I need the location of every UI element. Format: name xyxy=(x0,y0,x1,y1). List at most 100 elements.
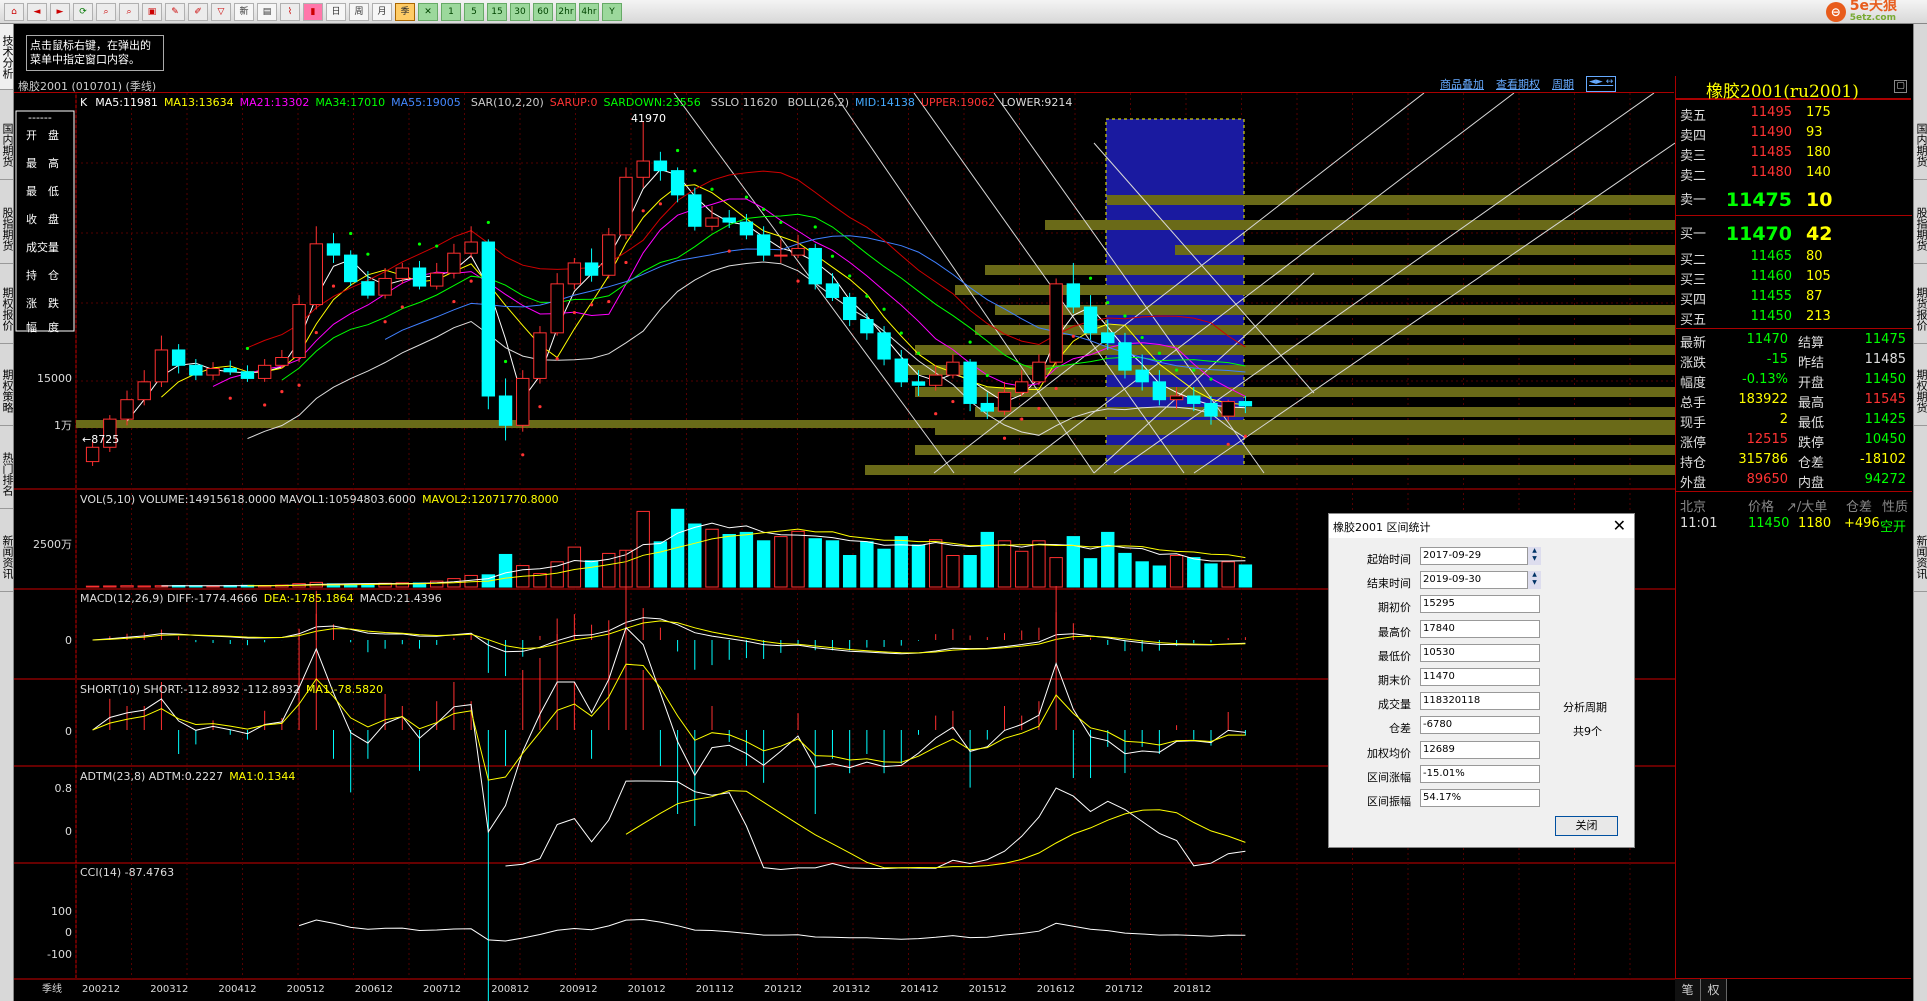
season-button[interactable]: 季 xyxy=(395,2,415,21)
rtab-option-futures[interactable]: 期权期货 xyxy=(1914,356,1927,426)
dialog-field-input[interactable]: 15295 xyxy=(1420,595,1540,614)
tab-pen[interactable]: 笔 xyxy=(1675,979,1701,1001)
sar-dot xyxy=(521,453,525,457)
candle-body xyxy=(1066,283,1081,308)
candle-body xyxy=(223,368,237,373)
dialog-field-input[interactable]: -15.01% xyxy=(1420,764,1540,783)
zoom-icon[interactable]: ⌕ xyxy=(119,2,139,21)
rtab-futures-quote[interactable]: 期货报价 xyxy=(1914,274,1927,344)
candle-body xyxy=(894,358,908,383)
dialog-row: 期初价 15295 xyxy=(1329,595,1636,615)
overlay-link[interactable]: 商品叠加 xyxy=(1440,76,1484,92)
ask1-price: 11475 xyxy=(1725,189,1792,211)
period-link[interactable]: 周期 xyxy=(1552,76,1574,92)
home-icon[interactable]: ⌂ xyxy=(4,2,24,21)
ma34-label: MA34:17010 xyxy=(315,96,385,109)
ask-vol: 175 xyxy=(1806,105,1831,120)
tab-hot-ranking[interactable]: 热门排名 xyxy=(0,439,14,509)
tab-domestic-futures[interactable]: 国内期货 xyxy=(0,110,14,180)
left-menu-oi[interactable]: 持 仓 xyxy=(26,268,59,282)
tab-option-quote[interactable]: 期权报价 xyxy=(0,274,14,344)
draw-icon[interactable]: ✐ xyxy=(188,2,208,21)
sar-dot xyxy=(349,231,353,236)
sar-dot xyxy=(813,225,817,229)
bid-price: 11450 xyxy=(1750,309,1792,324)
dialog-field-input[interactable]: 17840 xyxy=(1420,619,1540,638)
tab-rights[interactable]: 权 xyxy=(1701,979,1727,1001)
tick-icon[interactable]: ▮ xyxy=(303,2,323,21)
refresh-icon[interactable]: ⟳ xyxy=(73,2,93,21)
tab-option-strategy[interactable]: 期权策略 xyxy=(0,356,14,426)
tab-news[interactable]: 新闻资讯 xyxy=(0,522,14,592)
tf-2hr-button[interactable]: 2hr xyxy=(556,2,576,21)
window-icon[interactable]: ▣ xyxy=(142,2,162,21)
left-menu-open[interactable]: 开 盘 xyxy=(26,128,59,142)
rtab-index-futures[interactable]: 股指期货 xyxy=(1914,194,1927,264)
ask-price: 11495 xyxy=(1750,105,1792,120)
left-menu-change[interactable]: 涨 跌 xyxy=(26,296,59,310)
dialog-field-input[interactable]: 54.17% xyxy=(1420,789,1540,807)
tf-60-button[interactable]: 60 xyxy=(533,2,553,21)
table-icon[interactable]: ▤ xyxy=(257,2,277,21)
kline-icon[interactable]: ⌇ xyxy=(280,2,300,21)
stat-row: 涨停 12515 跌停 10450 xyxy=(1676,430,1912,451)
stat-label: 持仓 xyxy=(1680,456,1707,471)
left-menu-pct[interactable]: 幅 度 xyxy=(26,320,59,334)
rtab-domestic-futures[interactable]: 国内期货 xyxy=(1914,110,1927,180)
options-link[interactable]: 查看期权 xyxy=(1496,76,1540,92)
rtab-news[interactable]: 新闻资讯 xyxy=(1914,522,1927,592)
tf-5-button[interactable]: 5 xyxy=(464,2,484,21)
dialog-field-input[interactable]: 2017-09-29 xyxy=(1420,547,1540,565)
dialog-field-input[interactable]: 118320118 xyxy=(1420,692,1540,711)
left-menu-high[interactable]: 最 高 xyxy=(26,156,59,170)
x-axis-label: 200412 xyxy=(218,984,256,995)
dialog-field-input[interactable]: 12689 xyxy=(1420,740,1540,759)
tf-x-button[interactable]: ✕ xyxy=(418,2,438,21)
high-note: 41970 xyxy=(631,112,666,125)
left-menu-volume[interactable]: 成交量 xyxy=(26,240,59,254)
nav-arrows[interactable]: ◄► ↔ xyxy=(1586,76,1617,92)
quote-menu-icon[interactable]: ▢ xyxy=(1894,80,1907,93)
x-axis-label: 200312 xyxy=(150,984,188,995)
week-button[interactable]: 周 xyxy=(349,2,369,21)
volume-bar xyxy=(963,555,977,588)
sslo-label: SSLO 11620 xyxy=(711,96,778,109)
tf-y-button[interactable]: Y xyxy=(602,2,622,21)
left-menu-close[interactable]: 收 盘 xyxy=(26,212,59,226)
sar-dot xyxy=(1243,434,1247,438)
candle-body xyxy=(343,254,358,283)
spinner-icon[interactable]: ▲ ▼ xyxy=(1527,571,1541,590)
tf-4hr-button[interactable]: 4hr xyxy=(579,2,599,21)
tf-1-button[interactable]: 1 xyxy=(441,2,461,21)
bid-label: 买二 xyxy=(1680,253,1707,268)
day-button[interactable]: 日 xyxy=(326,2,346,21)
tick-header: 北京 价格 ↗/大单 仓差 性质 xyxy=(1676,494,1912,515)
candle-body xyxy=(980,402,995,412)
stat-label: 涨停 xyxy=(1680,436,1707,451)
th-diff: 仓差 xyxy=(1846,500,1873,515)
close-icon[interactable]: ✕ xyxy=(1613,516,1626,535)
forward-icon[interactable]: ► xyxy=(50,2,70,21)
candle-body xyxy=(447,252,461,274)
sar-dot xyxy=(658,202,662,206)
tf-30-button[interactable]: 30 xyxy=(510,2,530,21)
dialog-row: 加权均价 12689 xyxy=(1329,740,1636,761)
spinner-icon[interactable]: ▲ ▼ xyxy=(1527,547,1541,565)
dialog-field-input[interactable]: 11470 xyxy=(1420,668,1540,686)
dialog-close-button[interactable]: 关闭 xyxy=(1555,816,1618,836)
tf-15-button[interactable]: 15 xyxy=(487,2,507,21)
new-button[interactable]: 新 xyxy=(234,2,254,21)
funnel-icon[interactable]: ▽ xyxy=(211,2,231,21)
back-icon[interactable]: ◄ xyxy=(27,2,47,21)
month-button[interactable]: 月 xyxy=(372,2,392,21)
dialog-field-input[interactable]: -6780 xyxy=(1420,716,1540,735)
dialog-field-input[interactable]: 10530 xyxy=(1420,643,1540,662)
tools-icon[interactable]: ✎ xyxy=(165,2,185,21)
tab-technical[interactable]: 技术分析 xyxy=(0,24,14,90)
sar-dot xyxy=(1226,442,1230,446)
tab-index-futures[interactable]: 股指期货 xyxy=(0,194,14,264)
left-menu-low[interactable]: 最 低 xyxy=(26,185,59,198)
dialog-field-input[interactable]: 2019-09-30 xyxy=(1420,571,1540,590)
x-axis-label: 201812 xyxy=(1173,984,1211,995)
search-icon[interactable]: ⌕ xyxy=(96,2,116,21)
